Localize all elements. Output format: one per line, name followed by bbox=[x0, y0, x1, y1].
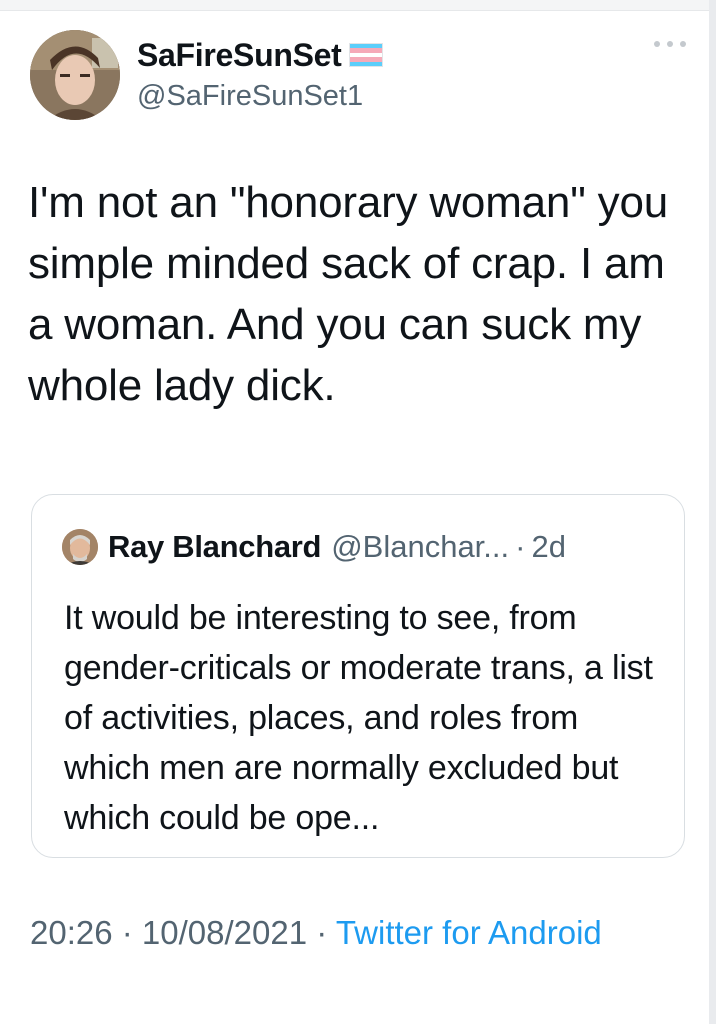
display-name-row: SaFireSunSet bbox=[137, 32, 597, 78]
quoted-timestamp: 2d bbox=[531, 529, 566, 564]
author-handle[interactable]: @SaFireSunSet1 bbox=[137, 80, 597, 113]
quoted-tweet-header: Ray Blanchard @Blanchar... · 2d bbox=[62, 529, 566, 565]
more-dot bbox=[667, 41, 673, 47]
tweet-metadata: 20:26 · 10/08/2021 · Twitter for Android bbox=[30, 908, 670, 958]
quoted-separator: · bbox=[515, 529, 526, 564]
tweet-detail-view: SaFireSunSet @SaFireSunSet1 I'm not an "… bbox=[0, 0, 716, 1024]
tweet-text: I'm not an "honorary woman" you simple m… bbox=[28, 178, 668, 410]
quoted-tweet-text: It would be interesting to see, from gen… bbox=[64, 599, 653, 837]
meta-separator: · bbox=[307, 914, 336, 951]
author-display-name[interactable]: SaFireSunSet bbox=[137, 37, 342, 74]
transgender-flag-icon bbox=[349, 43, 384, 67]
more-horizontal-icon[interactable] bbox=[654, 34, 686, 54]
author-info: SaFireSunSet @SaFireSunSet1 bbox=[137, 32, 597, 113]
quoted-tweet-card[interactable]: Ray Blanchard @Blanchar... · 2d It would… bbox=[31, 494, 685, 858]
top-divider bbox=[0, 0, 716, 11]
author-avatar[interactable] bbox=[30, 30, 120, 120]
tweet-source-link[interactable]: Twitter for Android bbox=[336, 914, 602, 951]
meta-separator: · bbox=[112, 914, 142, 951]
more-dot bbox=[680, 41, 686, 47]
tweet-header: SaFireSunSet @SaFireSunSet1 bbox=[30, 28, 686, 124]
tweet-time[interactable]: 20:26 bbox=[30, 914, 113, 951]
tweet-date[interactable]: 10/08/2021 bbox=[142, 914, 307, 951]
quoted-author-handle: @Blanchar... bbox=[331, 529, 510, 564]
scrollbar-track[interactable] bbox=[709, 0, 716, 1024]
more-dot bbox=[654, 41, 660, 47]
quoted-author-name: Ray Blanchard bbox=[108, 529, 322, 564]
quoted-author-avatar bbox=[62, 529, 98, 565]
